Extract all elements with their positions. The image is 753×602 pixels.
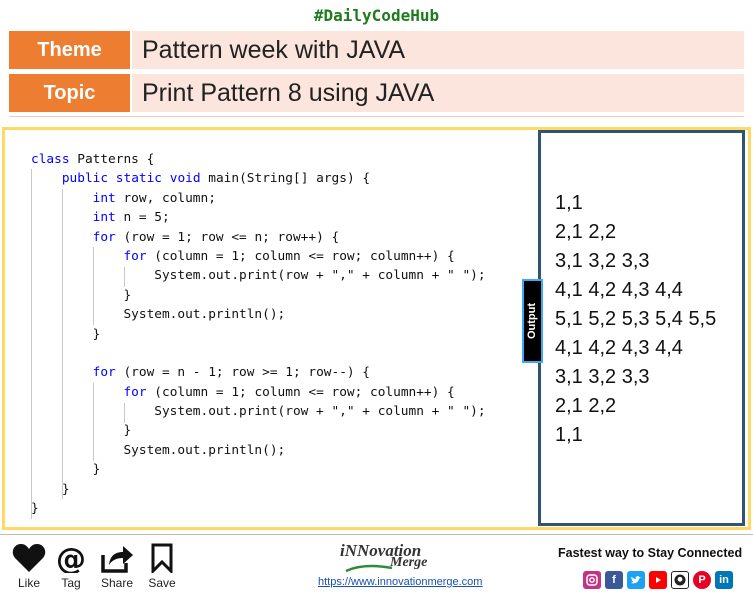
- code-line: for (column = 1; column <= row; column++…: [123, 248, 455, 264]
- output-line: 2,1 2,2: [555, 395, 617, 417]
- twitter-icon[interactable]: [627, 571, 645, 589]
- topic-label: Topic: [9, 74, 130, 112]
- code-line: System.out.println();: [31, 442, 286, 458]
- code-line: System.out.print(row + "," + column + " …: [31, 268, 486, 284]
- code-block: class Patterns { public static void main…: [31, 150, 486, 519]
- theme-value: Pattern week with JAVA: [132, 31, 744, 69]
- svg-text:@: @: [56, 543, 86, 573]
- code-line: }: [31, 423, 132, 439]
- share-label: Share: [100, 576, 134, 590]
- youtube-icon[interactable]: [649, 571, 667, 589]
- theme-label: Theme: [9, 31, 130, 69]
- output-line: 3,1 3,2 3,3: [555, 250, 650, 272]
- code-line: System.out.print(row + "," + column + " …: [31, 404, 486, 420]
- code-line: for (column = 1; column <= row; column++…: [123, 384, 455, 400]
- code-line: }: [31, 287, 132, 303]
- instagram-icon[interactable]: [583, 571, 601, 589]
- output-tab-label: Output: [526, 302, 539, 340]
- output-line: 5,1 5,2 5,3 5,4 5,5: [555, 308, 717, 330]
- code-line: for (row = 1; row <= n; row++) {: [92, 229, 340, 245]
- brand-swoosh-icon: [345, 564, 393, 573]
- code-line: }: [31, 501, 39, 517]
- code-line: int row, column;: [92, 190, 216, 206]
- code-line: for (row = n - 1; row >= 1; row--) {: [92, 365, 371, 381]
- tag-label: Tag: [61, 576, 81, 590]
- output-line: 2,1 2,2: [555, 221, 617, 243]
- brand-logo: iNNovation Merge: [340, 541, 460, 573]
- linkedin-icon[interactable]: in: [715, 571, 733, 589]
- github-icon[interactable]: [671, 571, 689, 589]
- at-sign-icon: @: [56, 543, 86, 573]
- heart-icon: [12, 544, 46, 572]
- facebook-icon[interactable]: f: [605, 571, 623, 589]
- code-line: class Patterns {: [31, 152, 155, 167]
- social-links: f P in: [583, 571, 733, 589]
- code-line: int n = 5;: [92, 210, 170, 226]
- code-line: }: [31, 462, 101, 478]
- code-line: }: [31, 326, 101, 342]
- output-line: 4,1 4,2 4,3 4,4: [555, 279, 683, 301]
- code-line: }: [31, 481, 70, 497]
- share-button[interactable]: Share: [97, 543, 137, 590]
- pinterest-icon[interactable]: P: [693, 571, 711, 589]
- output-tab: Output: [522, 279, 543, 363]
- output-line: 3,1 3,2 3,3: [555, 366, 650, 388]
- topic-value: Print Pattern 8 using JAVA: [132, 74, 744, 112]
- bookmark-icon: [151, 543, 173, 573]
- brand-logo-line2: Merge: [390, 555, 428, 570]
- website-link[interactable]: https://www.innovationmerge.com: [318, 576, 482, 588]
- header-divider: [9, 116, 744, 117]
- hashtag-title: #DailyCodeHub: [313, 6, 440, 25]
- output-lines: 1,1 2,1 2,2 3,1 3,2 3,3 4,1 4,2 4,3 4,4 5,1 …: [555, 189, 716, 450]
- save-label: Save: [148, 576, 176, 590]
- save-button[interactable]: Save: [142, 543, 182, 590]
- like-button[interactable]: Like: [9, 543, 49, 590]
- output-line: 1,1: [555, 424, 583, 446]
- code-line: public static void main(String[] args) {: [61, 171, 371, 187]
- tag-button[interactable]: @ Tag: [51, 543, 91, 590]
- like-label: Like: [17, 576, 40, 590]
- code-line: System.out.println();: [31, 307, 286, 323]
- output-line: 1,1: [555, 192, 583, 214]
- connect-text: Fastest way to Stay Connected: [558, 546, 743, 560]
- output-line: 4,1 4,2 4,3 4,4: [555, 337, 683, 359]
- footer-divider: [0, 534, 753, 535]
- share-icon: [101, 546, 133, 573]
